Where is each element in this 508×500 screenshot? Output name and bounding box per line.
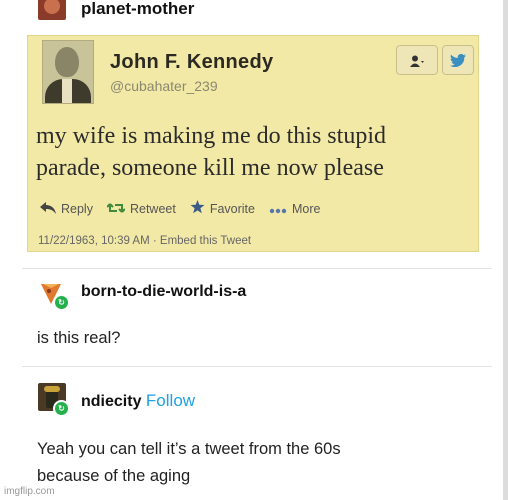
retweet-label: Retweet (129, 201, 176, 216)
tweet-follow-button (396, 45, 438, 75)
embedded-tweet-image: John F. Kennedy @cubahater_239 my wife i… (27, 35, 479, 252)
avatar[interactable] (38, 0, 66, 20)
reply-text-line: Yeah you can tell it’s a tweet from the … (37, 440, 341, 458)
reply-text-line: because of the aging (37, 467, 191, 485)
tweet-favorite-action: Favorite (190, 200, 255, 217)
divider (22, 366, 492, 367)
tweet-timestamp: 11/22/1963, 10:39 AM · Embed this Tweet (38, 235, 252, 247)
tweet-actions: Reply Retweet Favorite More (40, 200, 334, 217)
tweet-author-name: John F. Kennedy (110, 51, 274, 73)
more-label: More (291, 201, 321, 216)
favorite-label: Favorite (209, 201, 255, 216)
reply-text: is this real? (37, 329, 121, 347)
tweet-text-line: parade, someone kill me now please (36, 155, 384, 181)
reply-label: Reply (61, 201, 93, 216)
tweet-retweet-action: Retweet (106, 201, 176, 217)
tweet-bird-button (442, 45, 474, 75)
tweet-reply-action: Reply (40, 201, 93, 217)
tweet-text-line: my wife is making me do this stupid (36, 123, 386, 149)
more-dots-icon (269, 201, 287, 217)
scrollbar-edge (503, 0, 508, 500)
divider (22, 268, 492, 269)
post-username[interactable]: planet-mother (81, 0, 194, 19)
person-icon (410, 52, 424, 68)
tweet-avatar (42, 40, 94, 104)
reply-text: Yeah you can tell it’s a tweet from the … (37, 436, 341, 490)
retweet-icon (106, 201, 126, 217)
reply-username-text[interactable]: ndiecity (81, 393, 141, 410)
tweet-text: my wife is making me do this stupid para… (36, 120, 476, 184)
tweet-author-handle: @cubahater_239 (110, 78, 218, 94)
watermark: imgflip.com (4, 486, 55, 497)
reblog-badge-icon: ↻ (53, 294, 70, 311)
star-icon (190, 200, 205, 217)
twitter-bird-icon (450, 51, 466, 68)
tweet-more-action: More (269, 201, 320, 217)
reply-username: ndiecity Follow (81, 391, 195, 411)
reply-arrow-icon (40, 201, 56, 217)
follow-link[interactable]: Follow (146, 391, 195, 410)
reply-username[interactable]: born-to-die-world-is-a (81, 283, 246, 301)
reblog-badge-icon: ↻ (53, 400, 70, 417)
